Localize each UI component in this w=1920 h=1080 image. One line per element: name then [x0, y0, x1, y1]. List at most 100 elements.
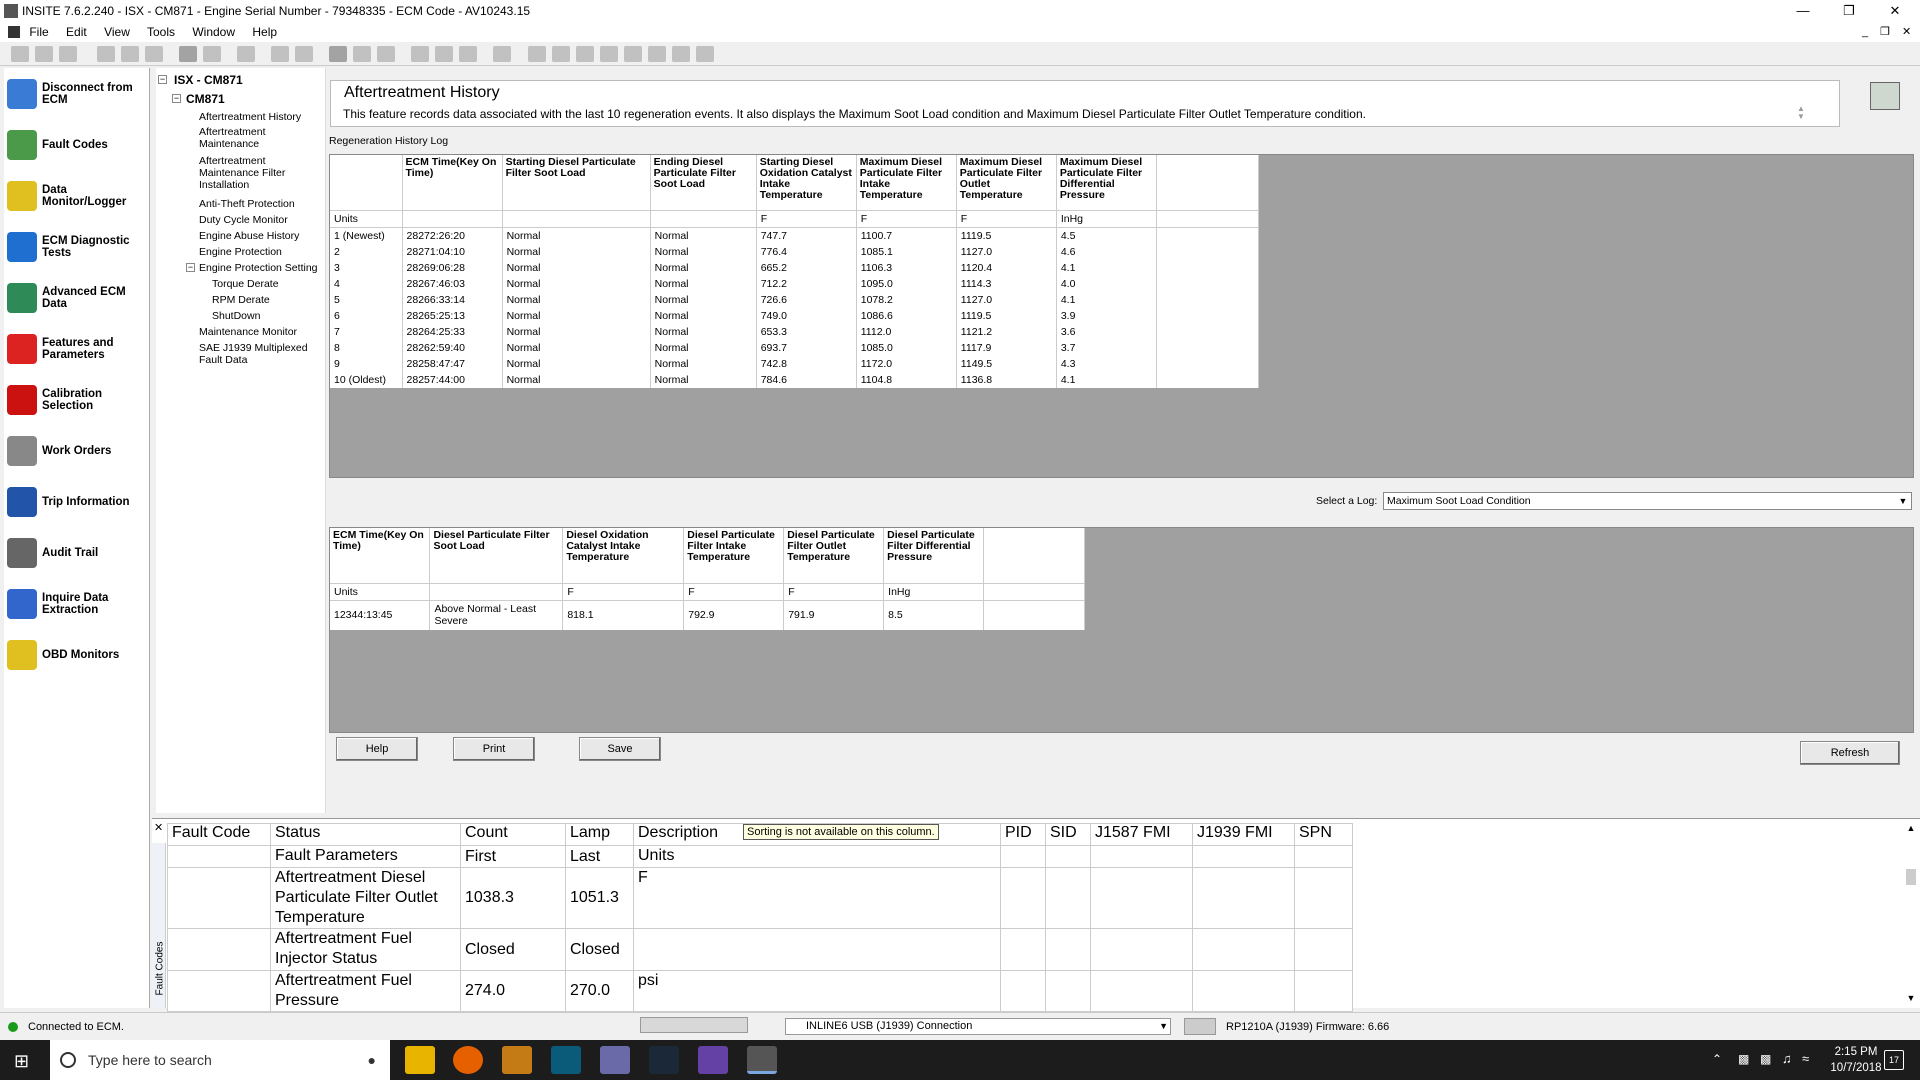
tree-item-engine-abuse[interactable]: Engine Abuse History [199, 230, 299, 242]
tray-icon[interactable]: ▩ [1738, 1052, 1749, 1066]
tree-item-j1939-fault-data[interactable]: SAE J1939 Multiplexed Fault Data [199, 342, 314, 366]
column-header[interactable]: Maximum Diesel Particulate Filter Outlet… [956, 155, 1057, 211]
find-icon[interactable] [237, 46, 256, 62]
twitch-icon[interactable] [698, 1046, 728, 1074]
nav-item-trip-info[interactable]: Trip Information [4, 476, 149, 527]
file-explorer-icon[interactable] [405, 1046, 435, 1074]
print-button[interactable]: Print [453, 737, 535, 761]
tree-item-engine-protection-setting[interactable]: Engine Protection Setting [199, 262, 318, 274]
nav-item-data-monitor[interactable]: Data Monitor/Logger [4, 170, 149, 221]
tool-icon[interactable] [671, 46, 690, 62]
close-icon[interactable]: ✕ [154, 821, 163, 834]
column-header[interactable]: J1939 FMI [1192, 823, 1295, 846]
column-header[interactable]: Diesel Particulate Filter Outlet Tempera… [783, 528, 885, 584]
filter-icon[interactable] [459, 46, 478, 62]
tree-cm871[interactable]: CM871 [186, 93, 225, 105]
fault-row[interactable]: Aftertreatment Fuel Injector Status Close… [167, 928, 1353, 971]
column-header[interactable]: Diesel Particulate Filter Differential P… [883, 528, 985, 584]
column-header[interactable]: Ending Diesel Particulate Filter Soot Lo… [650, 155, 757, 211]
column-header[interactable]: ECM Time(Key On Time) [402, 155, 503, 211]
nav-item-inquire[interactable]: Inquire Data Extraction [4, 578, 149, 629]
mdi-restore-icon[interactable]: ❐ [1880, 22, 1890, 42]
taskbar-search[interactable]: Type here to search ● [50, 1040, 390, 1080]
rewind-icon[interactable] [551, 46, 570, 62]
app-icon[interactable] [502, 1046, 532, 1074]
tool-icon[interactable] [35, 46, 53, 62]
column-header[interactable]: SPN [1294, 823, 1353, 846]
table-row[interactable]: 2 28271:04:10 Normal Normal 776.4 1085.1 1127.… [330, 243, 1260, 260]
tool-icon[interactable] [493, 46, 512, 62]
nav-item-features[interactable]: Features and Parameters [4, 323, 149, 374]
copy-icon[interactable] [121, 46, 140, 62]
column-header[interactable]: Diesel Particulate Filter Soot Load [429, 528, 564, 584]
stop-icon[interactable] [623, 46, 642, 62]
minimize-button[interactable]: — [1780, 0, 1826, 22]
tree-item-rpm-derate[interactable]: RPM Derate [212, 294, 270, 306]
tree-item-anti-theft[interactable]: Anti-Theft Protection [199, 198, 295, 210]
tool-icon[interactable] [435, 46, 454, 62]
scroll-arrows-icon[interactable]: ▲ ▼ [1797, 105, 1805, 121]
steam-icon[interactable] [649, 1046, 679, 1074]
tree-item-torque-derate[interactable]: Torque Derate [212, 278, 279, 290]
column-header[interactable]: Diesel Oxidation Catalyst Intake Tempera… [562, 528, 685, 584]
chevron-down-icon[interactable]: ▼ [1159, 1019, 1168, 1034]
taskbar-clock[interactable]: 2:15 PM 10/7/2018 [1818, 1044, 1894, 1076]
tool-icon[interactable] [377, 46, 396, 62]
table-row[interactable]: 6 28265:25:13 Normal Normal 749.0 1086.6 1119.… [330, 307, 1260, 324]
tree-collapse-icon[interactable]: − [172, 94, 181, 103]
table-row[interactable]: 9 28258:47:47 Normal Normal 742.8 1172.0 1149.… [330, 355, 1260, 372]
column-header[interactable] [330, 155, 403, 211]
table-row[interactable]: 7 28264:25:33 Normal Normal 653.3 1112.0 1121.… [330, 323, 1260, 340]
column-header[interactable]: Maximum Diesel Particulate Filter Intake… [856, 155, 957, 211]
tool-icon[interactable] [353, 46, 372, 62]
menu-file[interactable]: File [29, 25, 48, 39]
table-row[interactable]: 8 28262:59:40 Normal Normal 693.7 1085.0 1117.… [330, 339, 1260, 356]
select-log-dropdown[interactable]: Maximum Soot Load Condition ▼ [1383, 492, 1912, 510]
nav-item-fault-codes[interactable]: Fault Codes [4, 119, 149, 170]
fault-scrollbar[interactable]: ▲ ▼ [1904, 823, 1918, 1003]
help-button[interactable]: Help [336, 737, 418, 761]
tool-icon[interactable] [271, 46, 290, 62]
fault-row[interactable]: Aftertreatment Diesel Particulate Filter… [167, 867, 1353, 929]
tray-up-icon[interactable]: ⌃ [1712, 1052, 1722, 1066]
nav-item-disconnect[interactable]: Disconnect from ECM [4, 68, 149, 119]
nav-item-calibration[interactable]: Calibration Selection [4, 374, 149, 425]
tree-item-duty-cycle[interactable]: Duty Cycle Monitor [199, 214, 288, 226]
tree-root[interactable]: ISX - CM871 [174, 74, 243, 86]
column-header[interactable] [983, 528, 1085, 584]
menu-tools[interactable]: Tools [147, 25, 175, 39]
mdi-min-icon[interactable]: _ [1862, 22, 1868, 42]
tool-icon[interactable] [647, 46, 666, 62]
column-header[interactable]: PID [1000, 823, 1046, 846]
fault-row[interactable]: Aftertreatment Fuel Pressure 274.0 270.0 ps… [167, 970, 1353, 1012]
menu-help[interactable]: Help [252, 25, 277, 39]
nav-item-work-orders[interactable]: Work Orders [4, 425, 149, 476]
nav-item-obd[interactable]: OBD Monitors [4, 629, 149, 680]
pause-icon[interactable] [599, 46, 618, 62]
tree-collapse-icon[interactable]: − [158, 75, 167, 84]
refresh-button[interactable]: Refresh [1800, 741, 1900, 765]
network-icon[interactable]: ▩ [1760, 1052, 1771, 1066]
table-row[interactable]: 5 28266:33:14 Normal Normal 726.6 1078.2 1127.… [330, 291, 1260, 308]
print-icon[interactable] [179, 46, 198, 62]
menu-edit[interactable]: Edit [66, 25, 87, 39]
table-row[interactable]: 12344:13:45 Above Normal - Least Severe 81… [330, 600, 1085, 630]
microphone-icon[interactable]: ● [368, 1040, 376, 1080]
tree-item-engine-protection[interactable]: Engine Protection [199, 246, 282, 258]
record-icon[interactable] [527, 46, 546, 62]
app-icon[interactable] [551, 1046, 581, 1074]
print-preview-icon[interactable] [203, 46, 222, 62]
paste-icon[interactable] [145, 46, 164, 62]
windows-start-icon[interactable]: ⊞ [14, 1051, 29, 1072]
tool-icon[interactable] [411, 46, 430, 62]
column-header[interactable]: Starting Diesel Particulate Filter Soot … [502, 155, 651, 211]
tree-item-aftertreatment-maintenance[interactable]: Aftertreatment Maintenance [199, 126, 279, 150]
play-icon[interactable] [575, 46, 594, 62]
save-button[interactable]: Save [579, 737, 661, 761]
volume-icon[interactable]: ♫ [1782, 1051, 1792, 1066]
menu-view[interactable]: View [104, 25, 130, 39]
column-header[interactable]: Fault Code [167, 823, 271, 846]
back-icon[interactable] [329, 46, 348, 62]
tool-icon[interactable] [695, 46, 714, 62]
cut-icon[interactable] [97, 46, 116, 62]
